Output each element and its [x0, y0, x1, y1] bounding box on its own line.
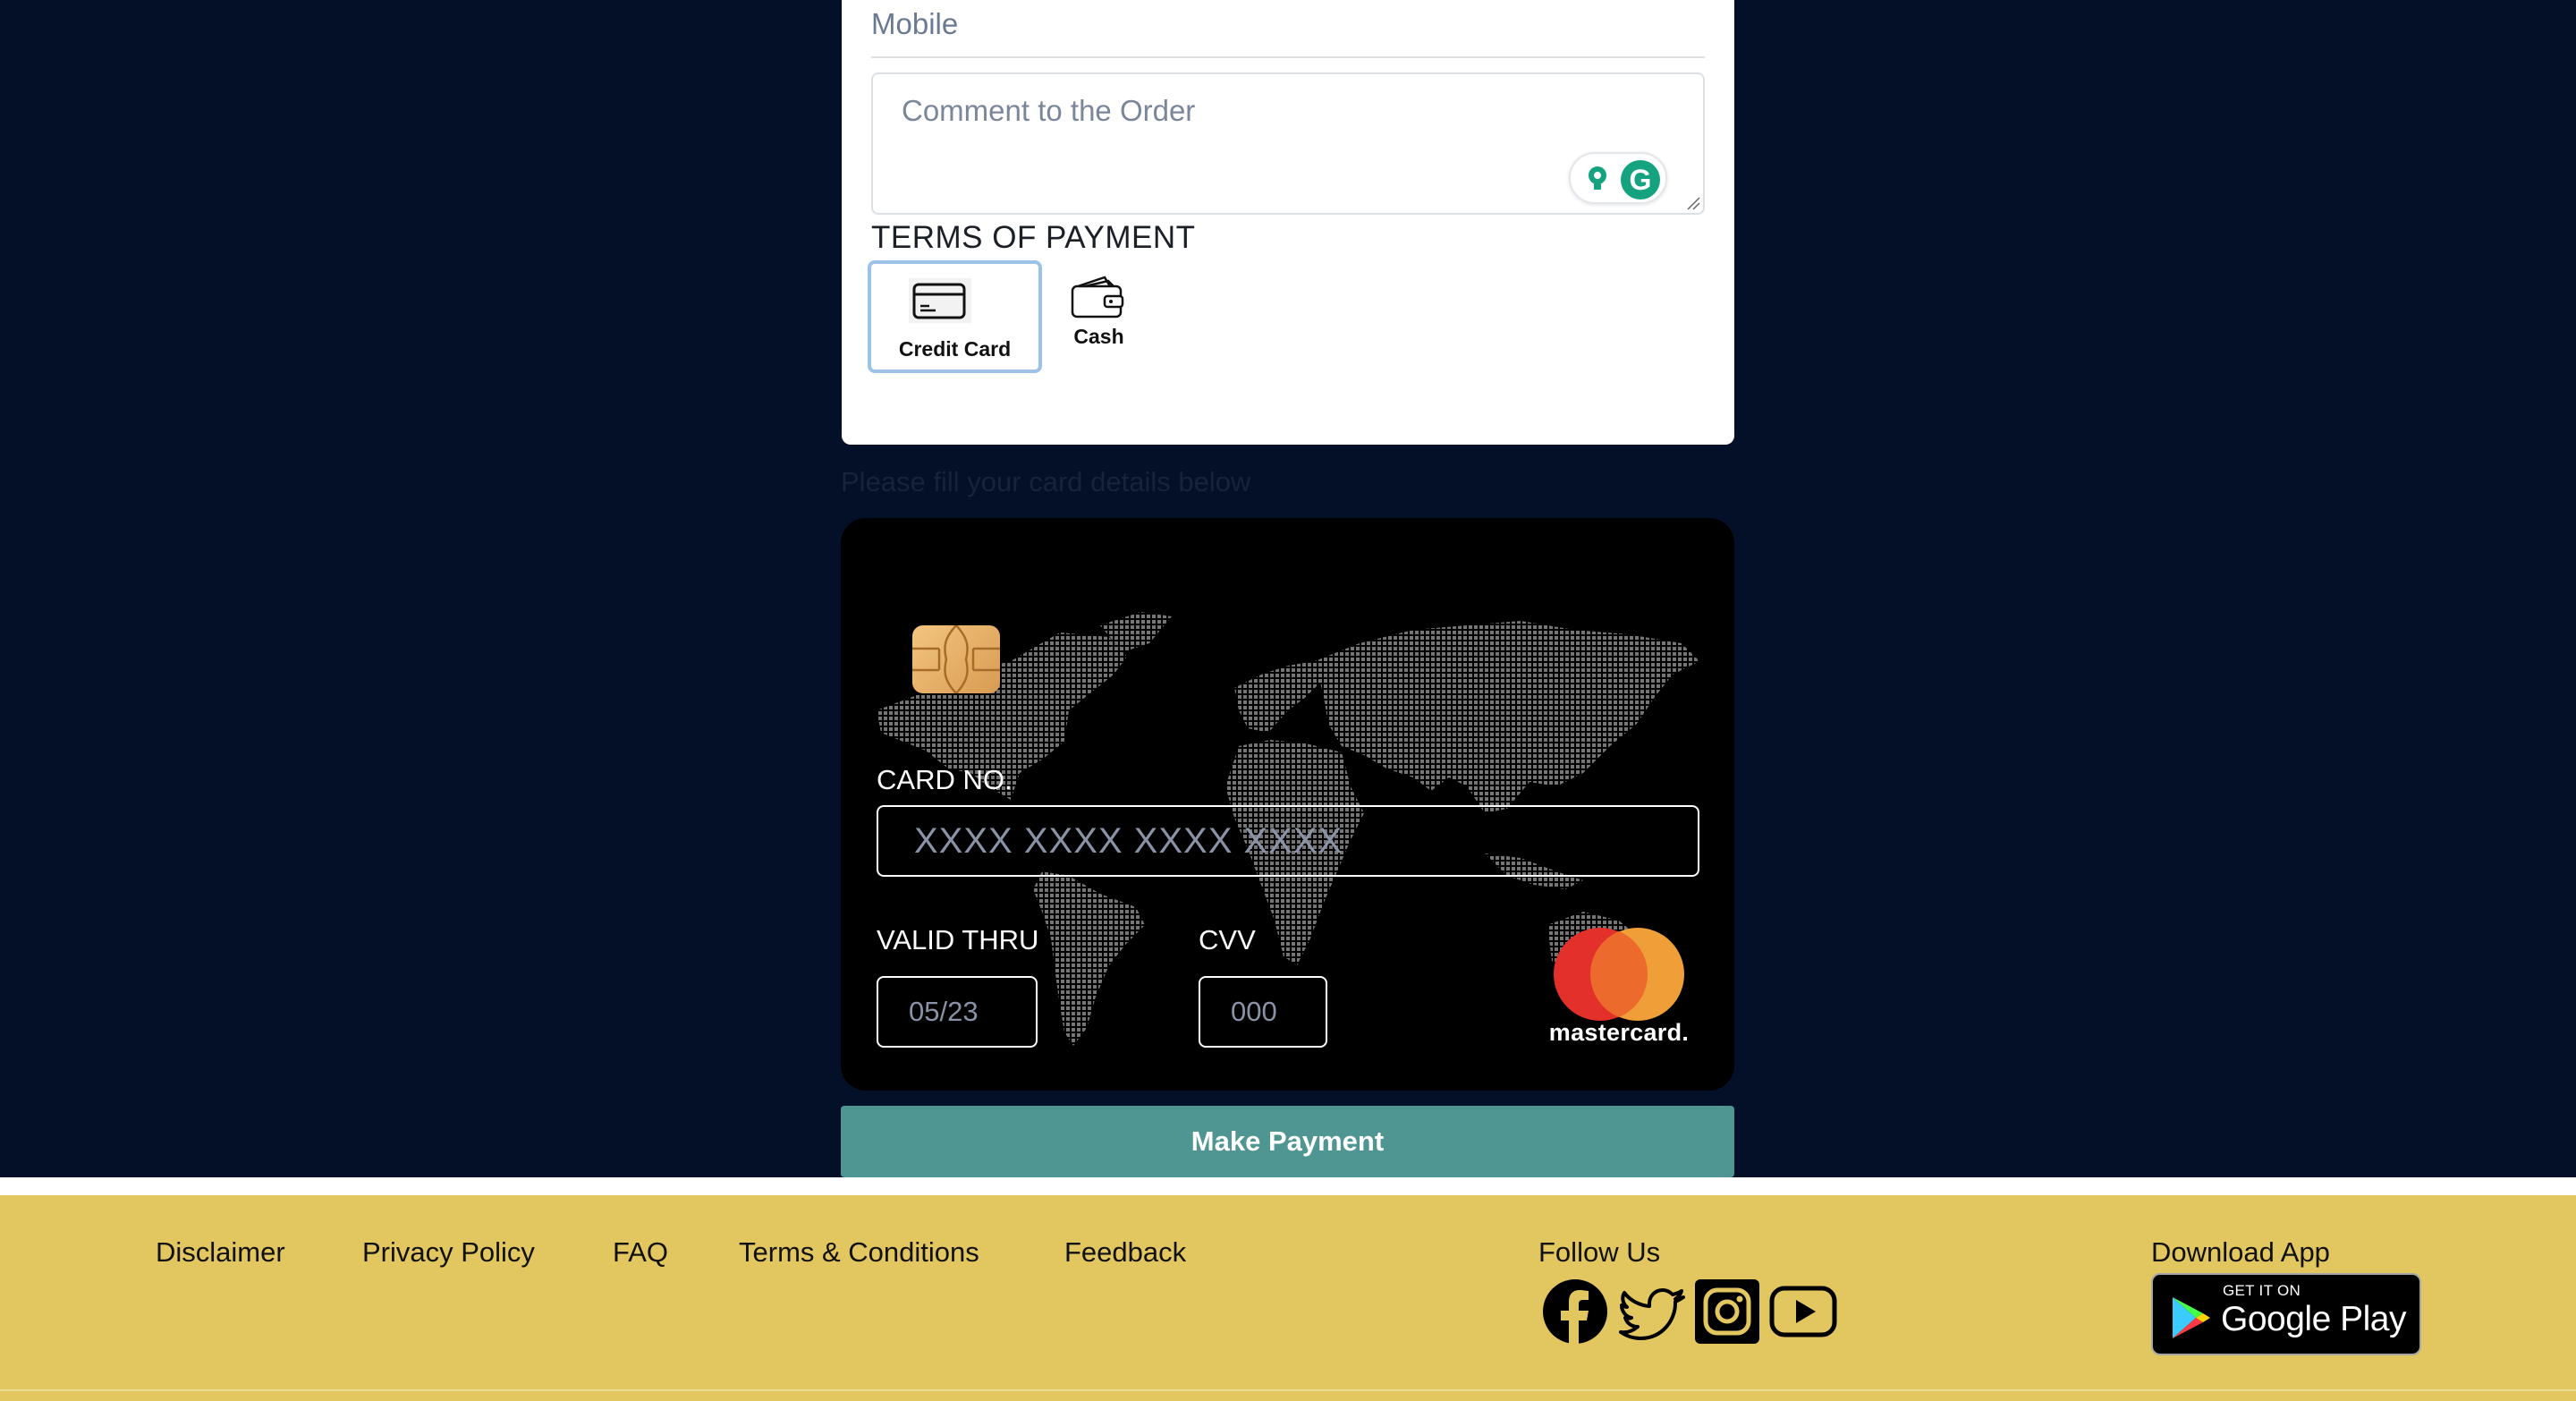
grammarly-widget[interactable]: G	[1569, 152, 1667, 204]
mastercard-wordmark: mastercard.	[1548, 1019, 1690, 1046]
credit-card-form: CARD NO. VALID THRU CVV mastercard.	[841, 518, 1734, 1091]
terms-of-payment-heading: TERMS OF PAYMENT	[871, 220, 1196, 255]
follow-us-heading: Follow Us	[1538, 1236, 1661, 1268]
wallet-icon	[1069, 274, 1128, 324]
resize-handle-icon[interactable]	[1686, 196, 1700, 210]
footer-link-terms[interactable]: Terms & Conditions	[739, 1236, 979, 1269]
footer-link-faq[interactable]: FAQ	[613, 1236, 668, 1269]
facebook-icon[interactable]	[1541, 1278, 1609, 1346]
download-app-heading: Download App	[2151, 1236, 2330, 1268]
footer-divider	[0, 1177, 2576, 1195]
payment-option-cash[interactable]: Cash	[1056, 274, 1141, 372]
payment-option-label: Credit Card	[898, 337, 1012, 361]
store-badge-small-text: GET IT ON	[2223, 1282, 2301, 1299]
valid-thru-label: VALID THRU	[877, 924, 1039, 955]
card-chip-icon	[912, 625, 1000, 693]
twitter-icon[interactable]	[1617, 1278, 1685, 1346]
footer-link-feedback[interactable]: Feedback	[1064, 1236, 1186, 1269]
cvv-input[interactable]	[1199, 976, 1327, 1048]
comment-textarea[interactable]: Comment to the Order G	[871, 72, 1705, 215]
valid-thru-input[interactable]	[877, 976, 1038, 1048]
credit-card-icon	[909, 278, 971, 323]
make-payment-button[interactable]: Make Payment	[841, 1106, 1734, 1177]
youtube-icon[interactable]	[1769, 1278, 1837, 1346]
order-form-panel: Mobile Comment to the Order G TERMS OF P…	[842, 0, 1734, 445]
cvv-label: CVV	[1199, 924, 1256, 955]
store-badge-name: Google Play	[2221, 1300, 2406, 1338]
google-play-badge[interactable]: GET IT ON Google Play	[2151, 1273, 2421, 1355]
footer-link-privacy-policy[interactable]: Privacy Policy	[362, 1236, 535, 1269]
google-play-icon	[2173, 1297, 2210, 1338]
card-details-note: Please fill your card details below	[841, 466, 1251, 497]
footer-bottom-line	[0, 1389, 2576, 1391]
mobile-field-underline	[871, 56, 1705, 58]
payment-option-label: Cash	[1073, 325, 1124, 348]
lightbulb-icon[interactable]	[1580, 162, 1614, 196]
mastercard-logo: mastercard.	[1530, 926, 1708, 1051]
grammarly-icon[interactable]: G	[1621, 160, 1660, 200]
footer-link-disclaimer[interactable]: Disclaimer	[156, 1236, 285, 1269]
footer: Disclaimer Privacy Policy FAQ Terms & Co…	[0, 1195, 2576, 1401]
card-number-label: CARD NO.	[877, 764, 1013, 795]
mobile-field[interactable]: Mobile	[871, 7, 958, 41]
instagram-icon[interactable]	[1693, 1278, 1761, 1346]
card-number-input[interactable]	[877, 805, 1699, 877]
comment-placeholder: Comment to the Order	[902, 94, 1196, 127]
payment-option-credit-card[interactable]: Credit Card	[868, 260, 1042, 373]
